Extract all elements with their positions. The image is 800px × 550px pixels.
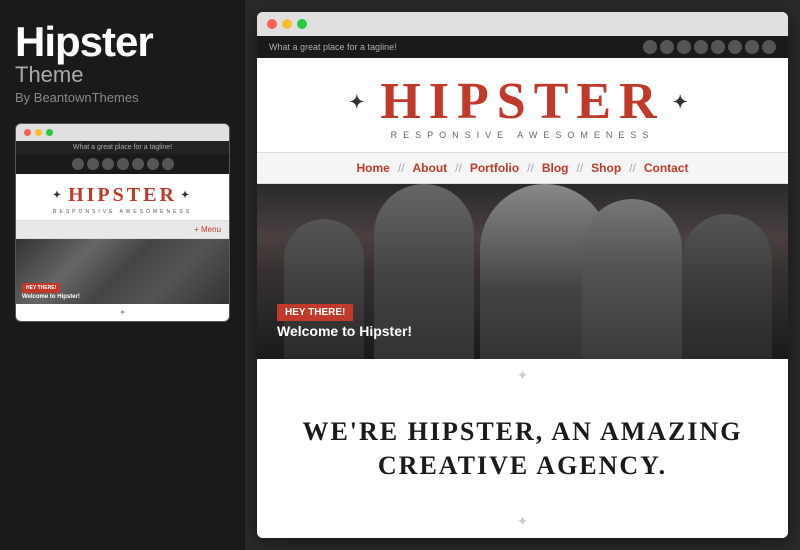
star-divider-bottom: ✦ bbox=[517, 513, 529, 530]
nav-sep-2: // bbox=[455, 161, 462, 175]
site-logo-sub: RESPONSIVE AWESOMENESS bbox=[257, 130, 788, 140]
site-social-icon-4[interactable] bbox=[694, 40, 708, 54]
mini-logo-text: ✦ HIPSTER ✦ bbox=[21, 184, 224, 207]
nav-sep-3: // bbox=[527, 161, 534, 175]
site-social-icon-3[interactable] bbox=[677, 40, 691, 54]
welcome-hipster-text: Welcome to Hipster! bbox=[277, 323, 412, 339]
mini-dot-red bbox=[24, 129, 31, 136]
agency-headline-2: CREATIVE AGENCY. bbox=[378, 449, 667, 483]
big-browser-bar bbox=[257, 12, 788, 36]
mini-logo-area: ✦ HIPSTER ✦ RESPONSIVE AWESOMENESS bbox=[16, 174, 229, 220]
logo-star-left: ✦ bbox=[349, 93, 372, 111]
nav-item-contact[interactable]: Contact bbox=[636, 161, 697, 175]
mini-dot-yellow bbox=[35, 129, 42, 136]
site-social-icon-6[interactable] bbox=[728, 40, 742, 54]
mini-welcome-text: Welcome to Hipster! bbox=[22, 294, 80, 300]
mini-star-left: ✦ bbox=[53, 190, 64, 201]
site-social-icon-7[interactable] bbox=[745, 40, 759, 54]
mini-social-icon-2 bbox=[87, 158, 99, 170]
site-top-bar: What a great place for a tagline! bbox=[257, 36, 788, 58]
mini-browser-preview: What a great place for a tagline! ✦ HIPS… bbox=[15, 123, 230, 322]
site-content-bottom: ✦ WE'RE HIPSTER, AN AMAZING CREATIVE AGE… bbox=[257, 359, 788, 538]
nav-item-shop[interactable]: Shop bbox=[583, 161, 629, 175]
site-tagline: What a great place for a tagline! bbox=[269, 42, 397, 52]
right-panel: What a great place for a tagline! ✦ HIPS… bbox=[245, 0, 800, 550]
mini-social-icon-3 bbox=[102, 158, 114, 170]
nav-sep-4: // bbox=[577, 161, 584, 175]
big-browser: What a great place for a tagline! ✦ HIPS… bbox=[257, 12, 788, 538]
mini-star-right: ✦ bbox=[181, 190, 192, 201]
agency-headline-1: WE'RE HIPSTER, AN AMAZING bbox=[302, 415, 742, 449]
nav-sep-1: // bbox=[398, 161, 405, 175]
nav-item-portfolio[interactable]: Portfolio bbox=[462, 161, 527, 175]
mini-tagline: What a great place for a tagline! bbox=[16, 141, 229, 154]
site-navigation: Home // About // Portfolio // Blog // Sh… bbox=[257, 152, 788, 184]
mini-hero: HEY THERE! Welcome to Hipster! bbox=[16, 239, 229, 304]
mini-social-icon-5 bbox=[132, 158, 144, 170]
logo-main-text: HIPSTER bbox=[380, 76, 664, 128]
hey-there-badge: HEY THERE! bbox=[277, 304, 353, 321]
mini-social-icon-7 bbox=[162, 158, 174, 170]
mini-browser-bar bbox=[16, 124, 229, 141]
site-hero: HEY THERE! Welcome to Hipster! bbox=[257, 184, 788, 359]
mini-social-icon-1 bbox=[72, 158, 84, 170]
big-browser-content: What a great place for a tagline! ✦ HIPS… bbox=[257, 36, 788, 538]
site-social-icon-2[interactable] bbox=[660, 40, 674, 54]
hero-overlay: HEY THERE! Welcome to Hipster! bbox=[277, 302, 412, 339]
star-divider-top: ✦ bbox=[517, 367, 529, 384]
left-panel: Hipster Theme By BeantownThemes What a g… bbox=[0, 0, 245, 550]
mini-hey-badge: HEY THERE! bbox=[22, 283, 60, 293]
nav-sep-5: // bbox=[629, 161, 636, 175]
theme-name-title: Hipster bbox=[15, 20, 230, 64]
theme-name-subtitle: Theme bbox=[15, 64, 230, 86]
site-logo-area: ✦ HIPSTER ✦ RESPONSIVE AWESOMENESS bbox=[257, 58, 788, 152]
big-dot-yellow bbox=[282, 19, 292, 29]
big-dot-red bbox=[267, 19, 277, 29]
big-dot-green bbox=[297, 19, 307, 29]
mini-star-divider: ✦ bbox=[16, 304, 229, 321]
logo-star-right: ✦ bbox=[673, 93, 696, 111]
site-social-icon-8[interactable] bbox=[762, 40, 776, 54]
nav-item-about[interactable]: About bbox=[405, 161, 456, 175]
site-social-icon-5[interactable] bbox=[711, 40, 725, 54]
mini-hero-overlay: HEY THERE! Welcome to Hipster! bbox=[16, 272, 86, 304]
theme-author: By BeantownThemes bbox=[15, 90, 230, 105]
hero-person-5 bbox=[682, 214, 772, 359]
mini-social-bar bbox=[16, 154, 229, 174]
mini-social-icon-6 bbox=[147, 158, 159, 170]
hero-person-4 bbox=[582, 199, 682, 359]
mini-social-icon-4 bbox=[117, 158, 129, 170]
mini-browser-content: What a great place for a tagline! ✦ HIPS… bbox=[16, 141, 229, 321]
theme-title-block: Hipster Theme By BeantownThemes bbox=[15, 20, 230, 105]
mini-logo-sub: RESPONSIVE AWESOMENESS bbox=[21, 209, 224, 215]
mini-dot-green bbox=[46, 129, 53, 136]
site-social-icon-1[interactable] bbox=[643, 40, 657, 54]
nav-item-blog[interactable]: Blog bbox=[534, 161, 577, 175]
mini-menu-button[interactable]: + Menu bbox=[16, 220, 229, 239]
site-logo: ✦ HIPSTER ✦ bbox=[257, 76, 788, 128]
site-social-icons bbox=[643, 40, 776, 54]
nav-item-home[interactable]: Home bbox=[348, 161, 397, 175]
